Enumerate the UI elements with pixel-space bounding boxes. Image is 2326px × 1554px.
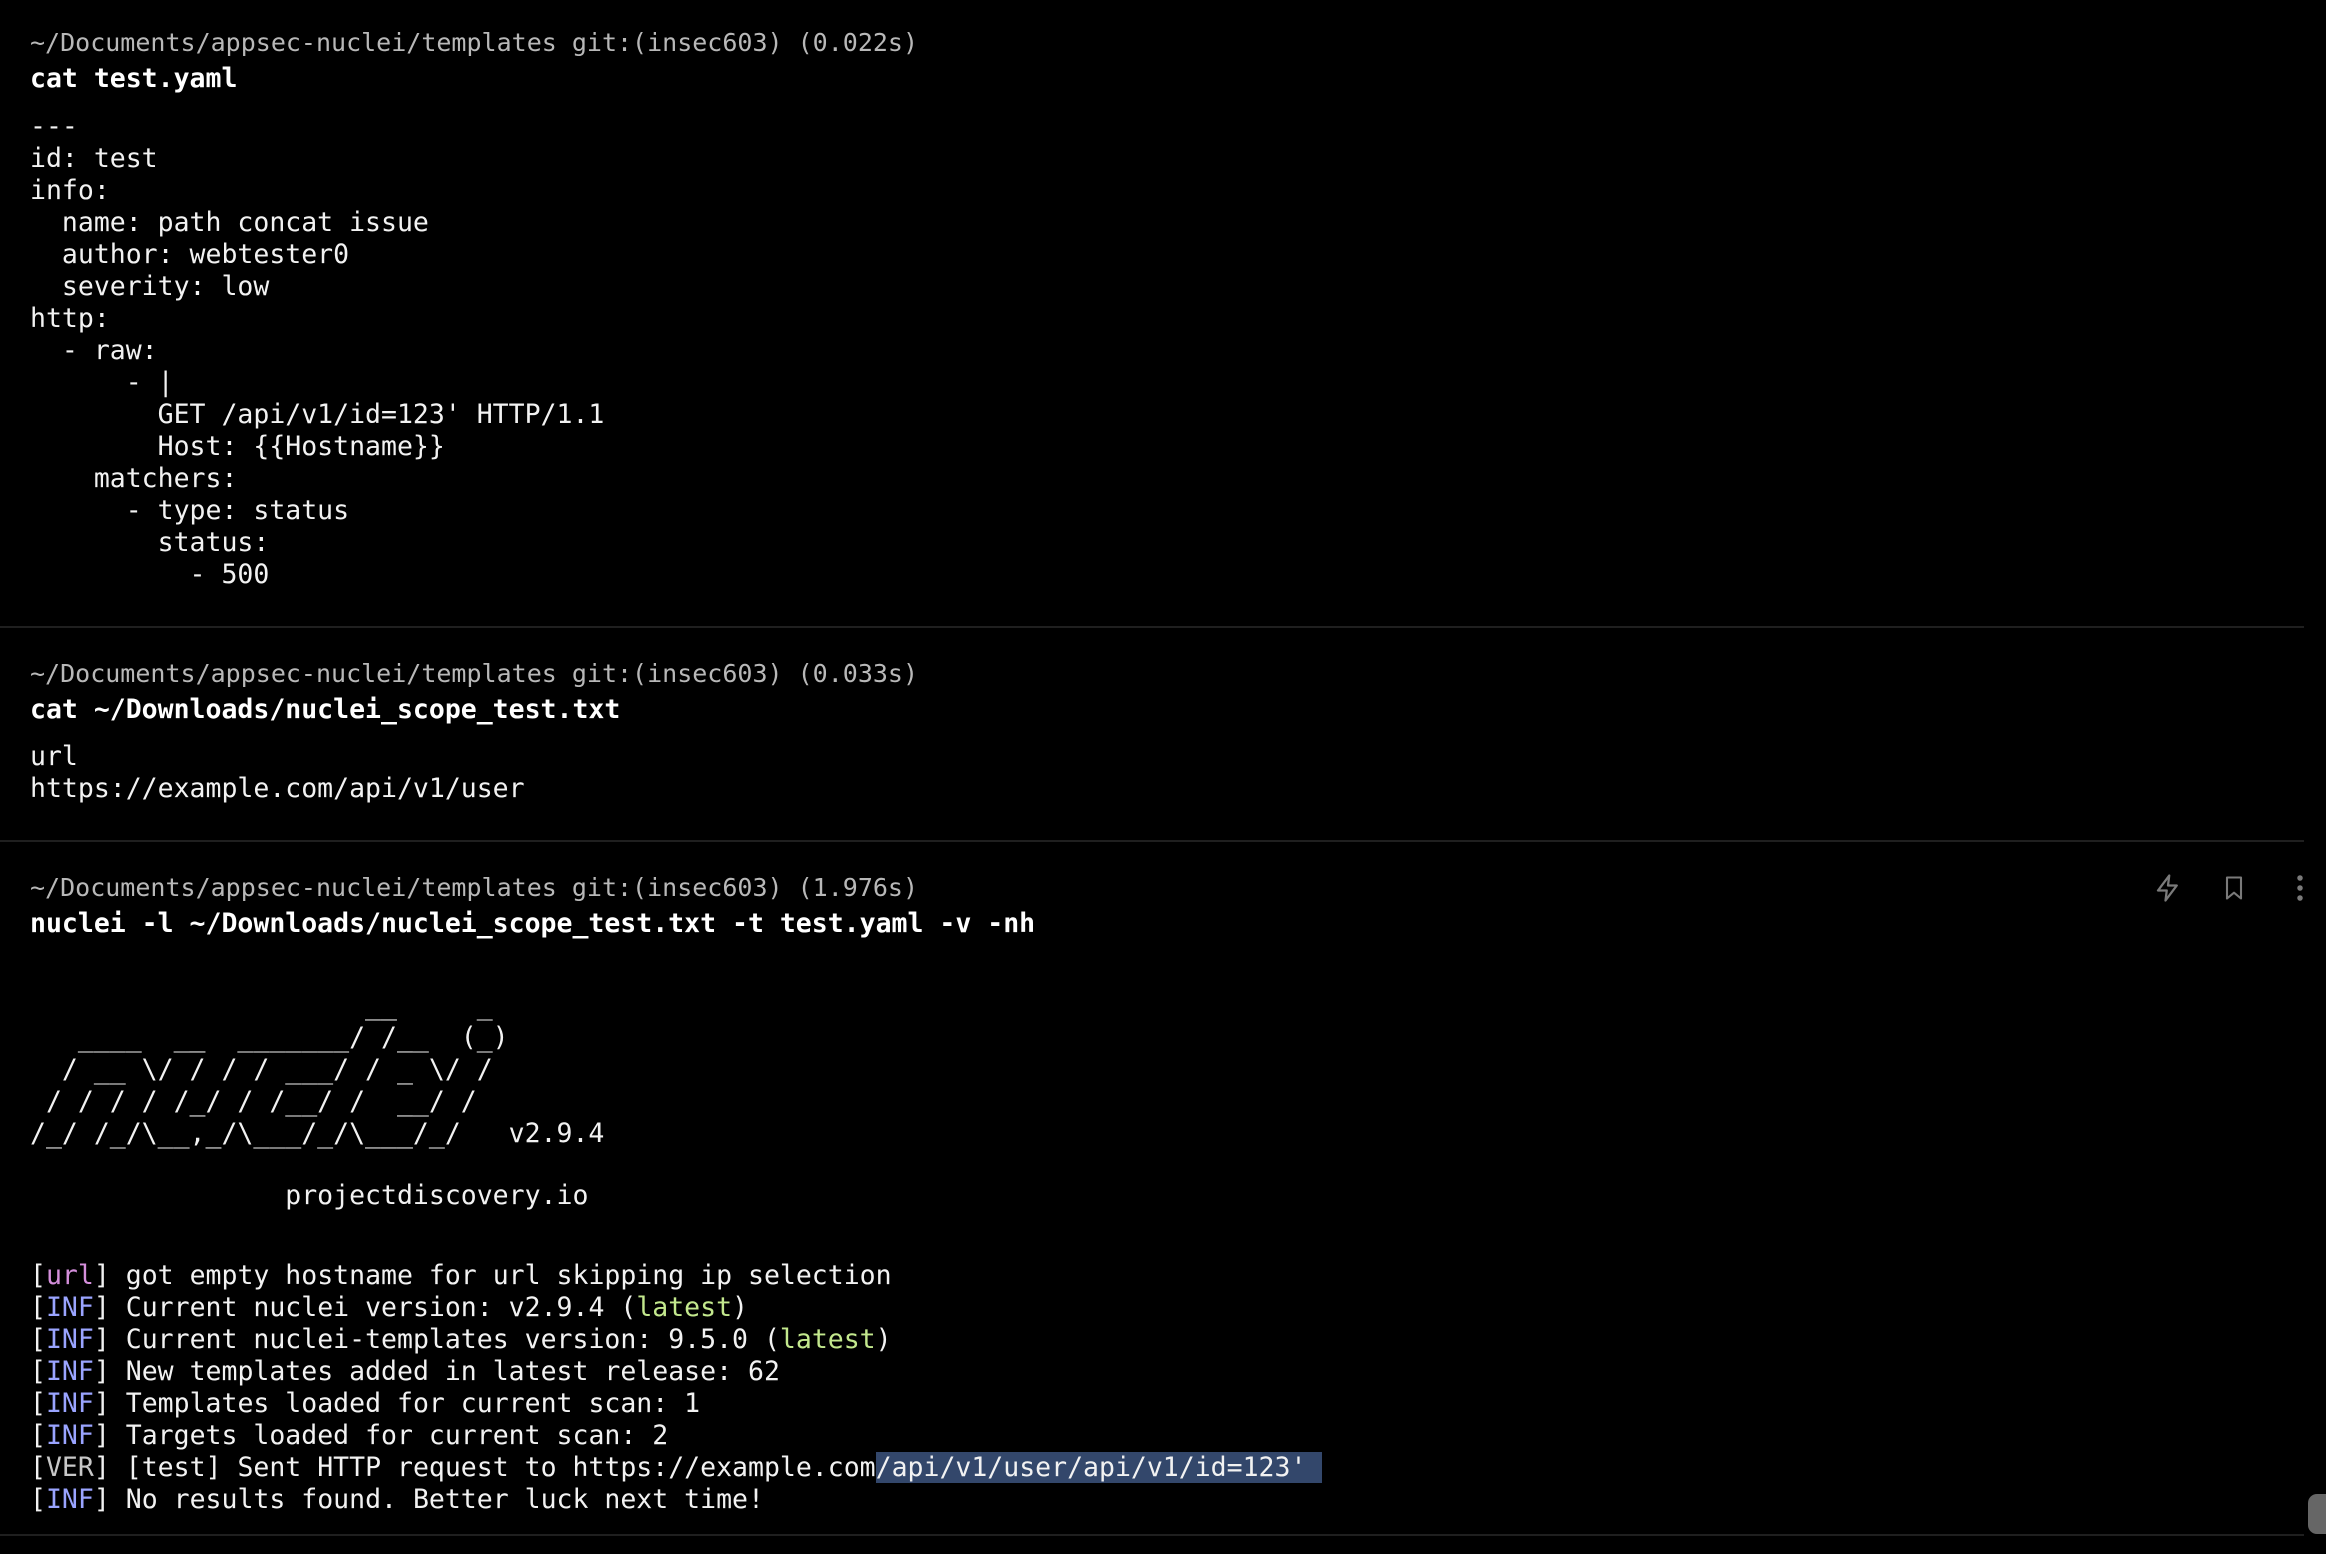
log-text: Templates loaded for current scan: 1: [109, 1388, 701, 1419]
block-output: --- id: test info: name: path concat iss…: [30, 111, 605, 590]
banner-site: projectdiscovery.io: [30, 1180, 589, 1211]
lightning-icon[interactable]: [2148, 868, 2188, 908]
log-line: [VER] [test] Sent HTTP request to https:…: [30, 1452, 1323, 1484]
block-output: url https://example.com/api/v1/user: [30, 741, 525, 804]
log-text: Current nuclei version: v2.9.4 (: [109, 1292, 637, 1323]
more-vertical-icon[interactable]: [2280, 868, 2320, 908]
block-prompt: ~/Documents/appsec-nuclei/templates git:…: [30, 873, 919, 902]
log-bracket: [: [30, 1324, 46, 1355]
log-text-suffix: ): [875, 1324, 892, 1355]
block-command: cat ~/Downloads/nuclei_scope_test.txt: [30, 694, 621, 725]
log-tag: INF: [45, 1356, 94, 1387]
latest-label: latest: [779, 1324, 876, 1355]
log-bracket: ]: [93, 1260, 110, 1291]
block-actions: [2122, 868, 2326, 908]
log-line: [INF] Templates loaded for current scan:…: [30, 1388, 700, 1420]
log-bracket: [: [30, 1452, 46, 1483]
log-tag: VER: [45, 1452, 94, 1483]
log-bracket: ]: [93, 1324, 110, 1355]
log-text: No results found. Better luck next time!: [109, 1484, 764, 1515]
log-text-suffix: ): [732, 1292, 749, 1323]
terminal-block-2[interactable]: ~/Documents/appsec-nuclei/templates git:…: [0, 628, 2304, 842]
log-text: Targets loaded for current scan: 2: [109, 1420, 669, 1451]
latest-label: latest: [636, 1292, 733, 1323]
log-bracket: ]: [93, 1420, 110, 1451]
log-bracket: ]: [93, 1452, 110, 1483]
log-bracket: [: [30, 1420, 46, 1451]
log-line: [INF] Targets loaded for current scan: 2: [30, 1420, 668, 1452]
log-bracket: [: [30, 1260, 46, 1291]
log-tag: INF: [45, 1292, 94, 1323]
log-tag: url: [45, 1260, 94, 1291]
block-command: cat test.yaml: [30, 63, 238, 94]
log-line: [INF] No results found. Better luck next…: [30, 1484, 764, 1516]
block-command: nuclei -l ~/Downloads/nuclei_scope_test.…: [30, 908, 1036, 939]
log-text: New templates added in latest release: 6…: [109, 1356, 780, 1387]
log-bracket: [: [30, 1388, 46, 1419]
log-text: [test] Sent HTTP request to https://exam…: [109, 1452, 876, 1483]
log-text: Current nuclei-templates version: 9.5.0 …: [109, 1324, 780, 1355]
scrollbar-thumb[interactable]: [2308, 1494, 2326, 1534]
terminal-block-3[interactable]: ~/Documents/appsec-nuclei/templates git:…: [0, 842, 2304, 1536]
log-tag: INF: [45, 1388, 94, 1419]
bookmark-icon[interactable]: [2214, 868, 2254, 908]
selected-text[interactable]: /api/v1/user/api/v1/id=123': [875, 1452, 1323, 1483]
log-line: [url] got empty hostname for url skippin…: [30, 1260, 892, 1292]
block-divider: [0, 1534, 2304, 1536]
log-tag: INF: [45, 1420, 94, 1451]
log-tag: INF: [45, 1484, 94, 1515]
log-bracket: [: [30, 1292, 46, 1323]
log-tag: INF: [45, 1324, 94, 1355]
log-bracket: [: [30, 1356, 46, 1387]
block-prompt: ~/Documents/appsec-nuclei/templates git:…: [30, 659, 919, 688]
log-bracket: ]: [93, 1356, 110, 1387]
nuclei-ascii-banner: __ _ ____ __ _______/ /__ (_) / __ \/ / …: [30, 990, 605, 1149]
log-bracket: ]: [93, 1484, 110, 1515]
block-prompt: ~/Documents/appsec-nuclei/templates git:…: [30, 28, 919, 57]
log-text: got empty hostname for url skipping ip s…: [109, 1260, 892, 1291]
terminal-block-1[interactable]: ~/Documents/appsec-nuclei/templates git:…: [0, 0, 2304, 628]
log-line: [INF] New templates added in latest rele…: [30, 1356, 780, 1388]
log-bracket: ]: [93, 1388, 110, 1419]
log-bracket: [: [30, 1484, 46, 1515]
log-line: [INF] Current nuclei version: v2.9.4 (la…: [30, 1292, 748, 1324]
log-line: [INF] Current nuclei-templates version: …: [30, 1324, 892, 1356]
log-bracket: ]: [93, 1292, 110, 1323]
